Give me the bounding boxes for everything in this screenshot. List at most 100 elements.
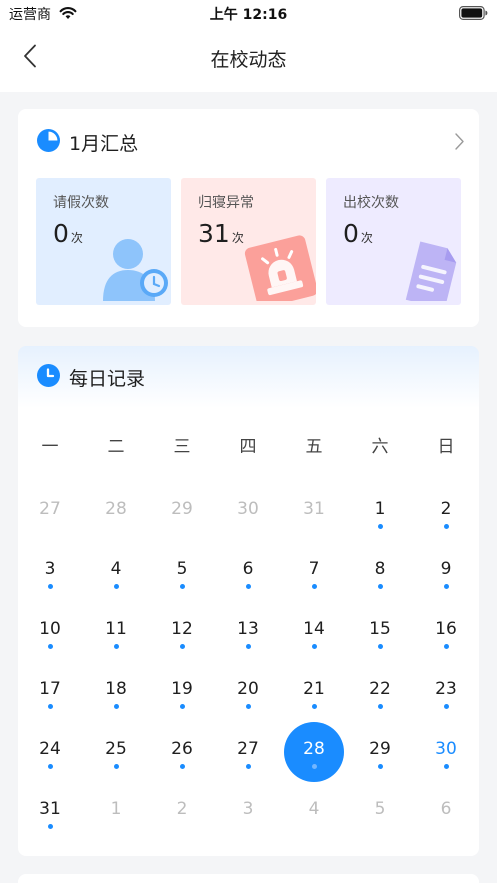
day-number: 8 — [374, 559, 386, 579]
day-number: 24 — [39, 739, 61, 759]
weekday-label: 日 — [437, 437, 455, 457]
day-number: 15 — [369, 619, 391, 639]
leave-school-tile[interactable]: 出校次数 0 次 — [326, 178, 461, 305]
calendar-day[interactable]: 23 — [415, 662, 477, 720]
record-dot — [180, 584, 185, 589]
weekday-label: 二 — [107, 437, 125, 457]
calendar-day[interactable]: 30 — [415, 722, 477, 780]
calendar-day[interactable]: 25 — [85, 722, 147, 780]
day-number: 19 — [171, 679, 193, 699]
calendar-day[interactable]: 1 — [349, 482, 411, 540]
calendar-day[interactable]: 11 — [85, 602, 147, 660]
calendar-day[interactable]: 31 — [283, 482, 345, 540]
day-number: 30 — [435, 739, 457, 759]
calendar-day[interactable]: 6 — [217, 542, 279, 600]
calendar-day[interactable]: 3 — [19, 542, 81, 600]
calendar-day[interactable]: 29 — [151, 482, 213, 540]
record-dot — [444, 584, 449, 589]
record-dot — [444, 644, 449, 649]
stat-value: 0 次 — [53, 219, 83, 248]
calendar-day[interactable]: 17 — [19, 662, 81, 720]
calendar-day[interactable]: 28 — [283, 722, 345, 782]
stat-label: 归寝异常 — [198, 195, 254, 211]
calendar-day[interactable]: 8 — [349, 542, 411, 600]
day-number: 1 — [110, 799, 122, 819]
calendar-day[interactable]: 10 — [19, 602, 81, 660]
record-dot — [312, 584, 317, 589]
calendar-day[interactable]: 4 — [85, 542, 147, 600]
calendar-day[interactable]: 26 — [151, 722, 213, 780]
record-dot — [48, 644, 53, 649]
stat-number: 0 — [343, 219, 359, 248]
day-number: 27 — [39, 499, 61, 519]
day-number: 2 — [176, 799, 188, 819]
calendar-day[interactable]: 1 — [85, 782, 147, 840]
calendar-day[interactable]: 29 — [349, 722, 411, 780]
calendar-day[interactable]: 5 — [151, 542, 213, 600]
day-number: 2 — [440, 499, 452, 519]
calendar-day[interactable]: 16 — [415, 602, 477, 660]
calendar-day[interactable]: 3 — [217, 782, 279, 840]
calendar-day[interactable]: 28 — [85, 482, 147, 540]
calendar-day[interactable]: 21 — [283, 662, 345, 720]
summary-title: 1月汇总 — [69, 132, 139, 155]
next-card — [18, 874, 479, 883]
day-number: 22 — [369, 679, 391, 699]
calendar-day[interactable]: 30 — [217, 482, 279, 540]
calendar-day[interactable]: 6 — [415, 782, 477, 840]
calendar-day[interactable]: 27 — [217, 722, 279, 780]
record-dot — [48, 764, 53, 769]
record-dot — [378, 584, 383, 589]
day-number: 10 — [39, 619, 61, 639]
day-number: 3 — [44, 559, 56, 579]
calendar-day[interactable]: 2 — [151, 782, 213, 840]
record-dot — [312, 644, 317, 649]
stat-label: 请假次数 — [53, 195, 109, 211]
calendar-day[interactable]: 4 — [283, 782, 345, 840]
record-dot — [246, 584, 251, 589]
record-dot — [48, 704, 53, 709]
record-dot — [444, 704, 449, 709]
calendar-day[interactable]: 7 — [283, 542, 345, 600]
alarm-light-icon — [240, 231, 316, 305]
record-dot — [444, 524, 449, 529]
calendar-day[interactable]: 27 — [19, 482, 81, 540]
calendar-day[interactable]: 12 — [151, 602, 213, 660]
calendar-day[interactable]: 15 — [349, 602, 411, 660]
weekday-label: 四 — [239, 437, 257, 457]
calendar-day[interactable]: 2 — [415, 482, 477, 540]
record-dot — [246, 644, 251, 649]
record-dot — [444, 764, 449, 769]
record-dot — [48, 584, 53, 589]
calendar-day[interactable]: 13 — [217, 602, 279, 660]
record-dot — [48, 824, 53, 829]
chevron-right-icon[interactable] — [455, 133, 464, 154]
daily-record-card: 每日记录 一二三四五六日 27 28 29 30 31 1 2 3 4 5 6 7 8 9 10 11 12 13… — [18, 346, 479, 856]
dorm-abnormal-tile[interactable]: 归寝异常 31 次 — [181, 178, 316, 305]
day-number: 20 — [237, 679, 259, 699]
calendar-day[interactable]: 14 — [283, 602, 345, 660]
calendar-day[interactable]: 24 — [19, 722, 81, 780]
clock-icon — [37, 363, 60, 391]
status-bar: 运营商 上午 12:16 — [0, 0, 497, 26]
calendar-day[interactable]: 9 — [415, 542, 477, 600]
day-number: 6 — [440, 799, 452, 819]
record-dot — [378, 704, 383, 709]
day-number: 13 — [237, 619, 259, 639]
stat-value: 31 次 — [198, 219, 244, 248]
day-number: 5 — [374, 799, 386, 819]
record-dot — [312, 764, 317, 769]
record-dot — [180, 764, 185, 769]
day-number: 28 — [105, 499, 127, 519]
stat-unit: 次 — [70, 231, 83, 245]
calendar-day[interactable]: 18 — [85, 662, 147, 720]
calendar-day[interactable]: 19 — [151, 662, 213, 720]
day-number: 31 — [39, 799, 61, 819]
day-number: 4 — [308, 799, 320, 819]
leave-count-tile[interactable]: 请假次数 0 次 — [36, 178, 171, 305]
calendar-day[interactable]: 22 — [349, 662, 411, 720]
calendar-day[interactable]: 20 — [217, 662, 279, 720]
record-dot — [114, 584, 119, 589]
calendar-day[interactable]: 5 — [349, 782, 411, 840]
calendar-day[interactable]: 31 — [19, 782, 81, 840]
